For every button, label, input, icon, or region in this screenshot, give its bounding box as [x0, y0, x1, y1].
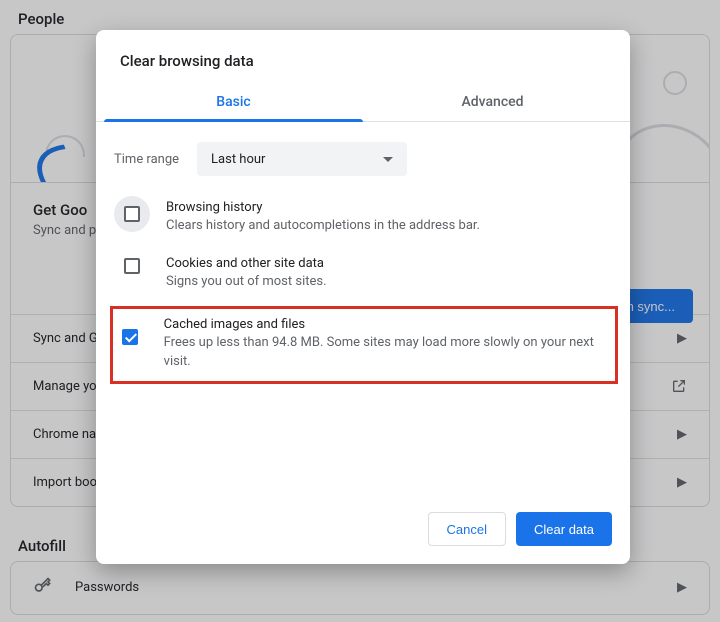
clear-data-button[interactable]: Clear data: [516, 512, 612, 546]
tab-advanced[interactable]: Advanced: [363, 82, 622, 121]
checkbox-cached-images[interactable]: [122, 329, 138, 345]
tab-advanced-label: Advanced: [461, 94, 523, 110]
option-desc: Clears history and autocompletions in th…: [166, 217, 480, 236]
dialog-title: Clear browsing data: [96, 30, 630, 82]
tab-basic[interactable]: Basic: [104, 82, 363, 121]
time-range-label: Time range: [114, 152, 179, 167]
option-title: Cookies and other site data: [166, 256, 327, 271]
checkbox-browsing-history[interactable]: [124, 206, 140, 222]
option-title: Cached images and files: [164, 317, 607, 332]
cancel-button[interactable]: Cancel: [428, 512, 506, 546]
time-range-select[interactable]: Last hour: [197, 142, 407, 176]
option-desc: Signs you out of most sites.: [166, 273, 327, 292]
dialog-body: Time range Last hour Browsing history Cl…: [96, 122, 630, 498]
option-desc: Frees up less than 94.8 MB. Some sites m…: [164, 334, 607, 372]
option-browsing-history: Browsing history Clears history and auto…: [114, 194, 612, 250]
option-cookies: Cookies and other site data Signs you ou…: [114, 250, 612, 306]
dialog-tabs: Basic Advanced: [96, 82, 630, 122]
option-title: Browsing history: [166, 200, 480, 215]
cancel-label: Cancel: [447, 522, 487, 537]
checkbox-cookies[interactable]: [124, 258, 140, 274]
clear-browsing-data-dialog: Clear browsing data Basic Advanced Time …: [96, 30, 630, 564]
chevron-down-icon: [383, 157, 393, 162]
tab-basic-label: Basic: [216, 94, 250, 110]
time-range-row: Time range Last hour: [114, 142, 612, 176]
dialog-buttons: Cancel Clear data: [96, 498, 630, 564]
checkbox-focus-ring: [114, 196, 150, 232]
clear-data-label: Clear data: [534, 522, 594, 537]
option-cached-images: Cached images and files Frees up less th…: [110, 306, 618, 385]
time-range-value: Last hour: [211, 152, 265, 167]
